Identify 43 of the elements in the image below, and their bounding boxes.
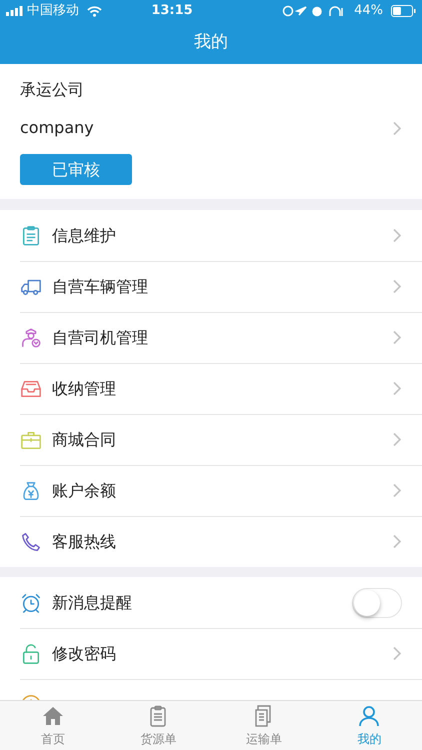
page-title: 我的 [194, 31, 228, 54]
signal-icon [6, 6, 23, 16]
menu-row[interactable]: 自营司机管理 [0, 312, 422, 363]
chevron-right-icon [392, 483, 402, 498]
menu-label: 自营车辆管理 [52, 276, 148, 296]
menu-label: 账户余额 [52, 480, 116, 500]
phone-icon [20, 530, 42, 552]
menu-label: 客服热线 [52, 532, 116, 550]
menu-label: 商城合同 [52, 430, 116, 448]
chevron-right-icon [392, 534, 402, 549]
toggle-switch[interactable] [352, 588, 402, 618]
menu-row[interactable]: 新消息提醒 [0, 577, 422, 628]
menu-row[interactable]: 收纳管理 [0, 363, 422, 414]
chevron-right-icon [392, 120, 402, 136]
driver-icon [20, 326, 42, 348]
chevron-right-icon [392, 330, 402, 345]
clock-time: 13:15 [151, 3, 193, 18]
menu-label: 收纳管理 [52, 378, 116, 398]
battery-icon [391, 5, 416, 17]
company-name: company [20, 117, 95, 139]
menu-row[interactable]: 商城合同 [0, 414, 422, 465]
company-type: 承运公司 [20, 80, 84, 99]
person-icon [357, 704, 382, 728]
menu-row[interactable]: 客服热线 [0, 516, 422, 567]
carrier-name: 中国移动 [27, 2, 79, 20]
chevron-right-icon [392, 279, 402, 294]
menu-row[interactable]: 自营车辆管理 [0, 261, 422, 312]
menu-row[interactable]: 账户余额 [0, 465, 422, 516]
chevron-right-icon [392, 646, 402, 661]
clipboard-icon [20, 224, 42, 246]
chevron-right-icon [392, 432, 402, 447]
menu-label: 信息维护 [52, 226, 116, 244]
chevron-right-icon [392, 228, 402, 243]
padlock-icon [20, 642, 42, 664]
menu-label: 修改密码 [52, 644, 116, 662]
wifi-icon [87, 6, 102, 16]
menu-row[interactable]: 修改密码 [0, 628, 422, 679]
menu-label: 新消息提醒 [52, 592, 132, 612]
menu-row[interactable]: 信息维护 [0, 210, 422, 261]
alarm-clock-icon [20, 592, 42, 614]
battery-percent: 44% [354, 2, 383, 20]
chevron-right-icon [392, 381, 402, 396]
menu-label: 自营司机管理 [52, 328, 148, 346]
